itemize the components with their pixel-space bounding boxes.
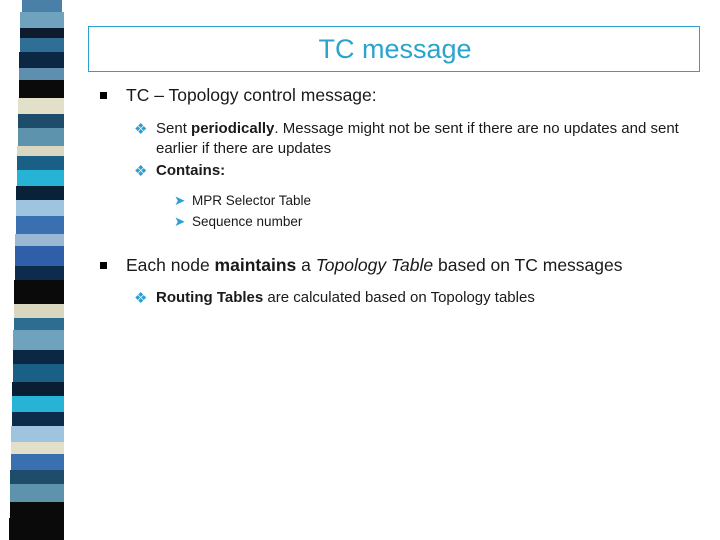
decor-stripe [15,234,64,246]
bullet-sent-periodically: ❖ Sent periodically. Message might not b… [88,119,708,160]
decor-stripe [19,80,64,98]
bullet-mpr-selector-table: ➤ MPR Selector Table [88,192,708,211]
bullet-sent-periodically-emphasis: periodically [191,119,275,137]
decor-stripe [10,470,64,484]
bullet-tc-topology-control: TC – Topology control message: [88,84,708,107]
decor-stripe [15,266,64,280]
bullet-routing-tables-rest: are calculated based on Topology tables [263,289,535,307]
bullet-tc-topology-control-label: TC – Topology control message: [126,85,377,105]
bullet-each-node-part2: a [296,254,316,275]
bullet-routing-tables-emphasis: Routing Tables [156,289,264,307]
arrow-bullet-icon: ➤ [174,192,186,208]
decor-stripe [13,330,64,350]
decor-stripe [14,280,64,304]
decor-stripe [19,52,64,68]
decorative-left-band [0,0,72,540]
square-bullet-icon [100,261,107,269]
bullet-each-node-part3: based on TC messages [433,254,623,275]
decor-stripe [13,364,64,382]
slide-title-box: TC message [88,26,700,72]
bullet-sequence-number-label: Sequence number [192,213,303,229]
decor-stripe [17,170,64,186]
decor-stripe [16,186,64,200]
decor-stripe [20,28,64,38]
arrow-bullet-icon: ➤ [174,213,186,229]
decor-stripe [12,382,64,396]
diamond-bullet-icon: ❖ [134,120,148,138]
decor-stripe [9,518,64,540]
decor-stripe [19,68,64,80]
decor-stripe [11,426,64,442]
decor-stripe [10,502,64,518]
diamond-bullet-icon: ❖ [134,290,148,308]
bullet-each-node-maintains: Each node maintains a Topology Table bas… [88,254,708,277]
decor-stripe [10,484,64,502]
decor-stripe [15,246,64,266]
bullet-sent-periodically-prefix: Sent [156,119,192,137]
decor-stripe [20,12,64,28]
decor-stripe [16,216,64,234]
decor-stripe [17,156,64,170]
decor-stripe [18,114,64,128]
decor-stripe [12,396,64,412]
bullet-mpr-selector-table-label: MPR Selector Table [192,192,312,208]
slide-content: TC – Topology control message: ❖ Sent pe… [88,84,708,310]
square-bullet-icon [100,92,107,99]
bullet-each-node-italic: Topology Table [315,254,434,275]
page-title: TC message [318,34,472,64]
decor-stripe [18,98,64,114]
bullet-each-node-emphasis: maintains [214,254,297,275]
diamond-bullet-icon: ❖ [134,162,148,180]
decor-stripe [11,454,64,470]
decor-stripe [12,412,64,426]
decor-stripe [13,350,64,364]
decor-stripe [20,38,64,52]
decor-stripe [17,146,64,156]
decor-stripe [16,200,64,216]
bullet-each-node-part1: Each node [126,254,215,275]
decor-stripe [18,128,64,146]
decor-stripe [22,0,62,12]
bullet-sequence-number: ➤ Sequence number [88,213,708,232]
decor-stripe [14,318,64,330]
decor-stripe [14,304,64,318]
bullet-routing-tables: ❖ Routing Tables are calculated based on… [88,288,708,308]
decor-stripe [11,442,64,454]
bullet-contains-label: Contains: [156,161,226,179]
bullet-contains: ❖ Contains: [88,161,708,181]
